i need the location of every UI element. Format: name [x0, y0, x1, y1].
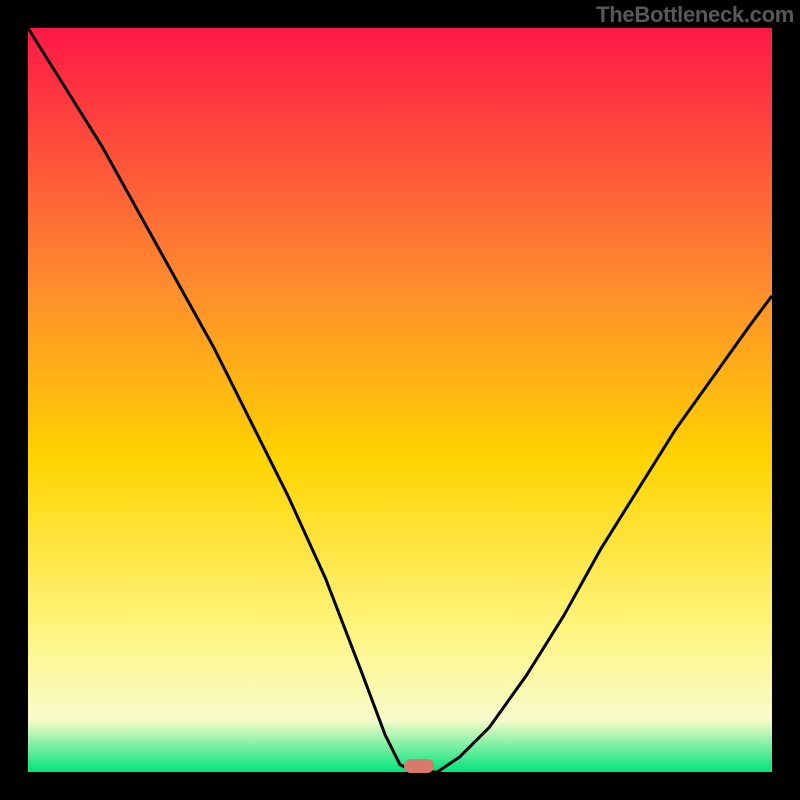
bottleneck-curve: [28, 28, 772, 772]
watermark-text: TheBottleneck.com: [596, 2, 794, 28]
optimum-marker: [404, 759, 434, 773]
chart-frame: TheBottleneck.com: [0, 0, 800, 800]
plot-area: [28, 28, 772, 772]
